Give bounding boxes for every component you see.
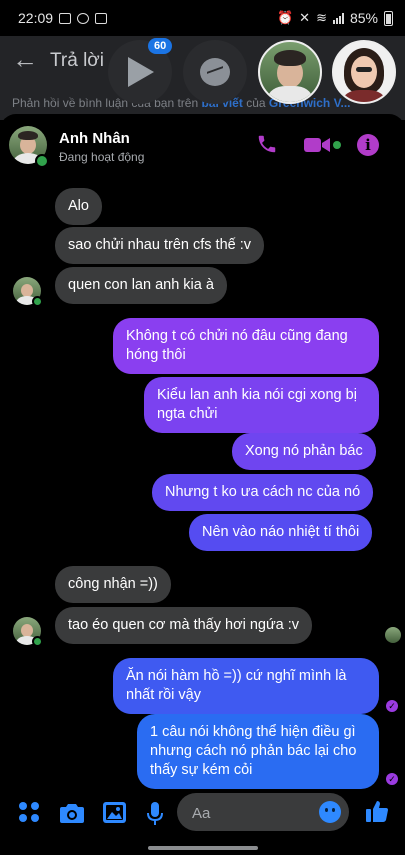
- microphone-icon[interactable]: [147, 802, 163, 826]
- message-outgoing[interactable]: Nhưng t ko ưa cách nc của nó: [152, 474, 374, 511]
- messenger-icon: [200, 58, 230, 86]
- message-input[interactable]: [190, 802, 314, 824]
- message-outgoing[interactable]: Ăn nói hàm hồ =)) cứ nghĩ mình là nhất r…: [113, 658, 379, 714]
- seen-receipt-avatar: [385, 627, 401, 643]
- battery-icon: [384, 10, 393, 26]
- message-incoming[interactable]: tao éo quen cơ mà thấy hơi ngứa :v: [55, 607, 313, 644]
- message-incoming[interactable]: công nhận =)): [55, 566, 171, 603]
- alarm-icon: ⏰: [276, 10, 294, 25]
- info-icon[interactable]: i: [357, 134, 379, 156]
- subtitle-middle: của: [246, 96, 266, 110]
- gallery-icon[interactable]: [103, 802, 126, 823]
- online-status-dot: [32, 636, 43, 647]
- message-outgoing[interactable]: Kiểu lan anh kia nói cgi xong bị ngta ch…: [144, 377, 379, 433]
- wifi-icon: ≋: [316, 10, 327, 25]
- emoji-icon[interactable]: [319, 801, 341, 823]
- signal-icon: [332, 12, 344, 24]
- apps-icon[interactable]: [19, 802, 40, 823]
- status-bar: 22:09 ⏰ ✕ ≋ 85%: [0, 0, 405, 36]
- back-arrow-icon[interactable]: ←: [12, 44, 38, 75]
- contact-status: Đang hoạt động: [59, 150, 145, 164]
- video-active-dot: [333, 141, 341, 149]
- message-incoming[interactable]: sao chửi nhau trên cfs thế :v: [55, 227, 264, 264]
- home-indicator: [148, 846, 258, 850]
- status-right: ⏰ ✕ ≋ 85%: [277, 10, 393, 26]
- message-outgoing[interactable]: 1 câu nói không thể hiện điều gì nhưng c…: [137, 714, 379, 789]
- play-icon: [128, 57, 154, 87]
- reply-title: Trả lời: [50, 50, 104, 71]
- online-status-dot: [35, 154, 49, 168]
- chat-head-woman-avatar[interactable]: [332, 40, 396, 104]
- camera-icon[interactable]: [60, 802, 84, 823]
- sent-check-icon: ✓: [386, 773, 398, 785]
- subtitle-prefix: Phản hồi về bình luận của bạn trên: [12, 96, 199, 110]
- status-left: 22:09: [18, 10, 108, 26]
- video-call-icon[interactable]: [304, 137, 330, 153]
- status-time: 22:09: [18, 10, 54, 26]
- thumbs-up-icon[interactable]: [366, 800, 388, 822]
- battery-percent: 85%: [349, 10, 378, 26]
- sent-check-icon: ✓: [386, 700, 398, 712]
- mute-icon: ✕: [299, 10, 311, 25]
- phone-icon[interactable]: [256, 133, 278, 155]
- message-incoming[interactable]: quen con lan anh kia à: [55, 267, 227, 304]
- message-outgoing[interactable]: Không t có chửi nó đâu cũng đang hóng th…: [113, 318, 379, 374]
- translate-notification-icon: [95, 12, 108, 24]
- chat-head-man-avatar[interactable]: [258, 40, 322, 104]
- message-input-container[interactable]: [177, 793, 349, 831]
- message-outgoing[interactable]: Nên vào náo nhiệt tí thôi: [189, 514, 373, 551]
- message-incoming[interactable]: Alo: [55, 188, 102, 225]
- contact-name[interactable]: Anh Nhân: [59, 130, 130, 147]
- messenger-notification-icon: [77, 12, 90, 24]
- zalo-notification-icon: [59, 12, 72, 24]
- message-outgoing[interactable]: Xong nó phản bác: [232, 433, 376, 470]
- chat-head-messenger[interactable]: [183, 40, 247, 104]
- chat-head-count-badge: 60: [148, 38, 173, 54]
- online-status-dot: [32, 296, 43, 307]
